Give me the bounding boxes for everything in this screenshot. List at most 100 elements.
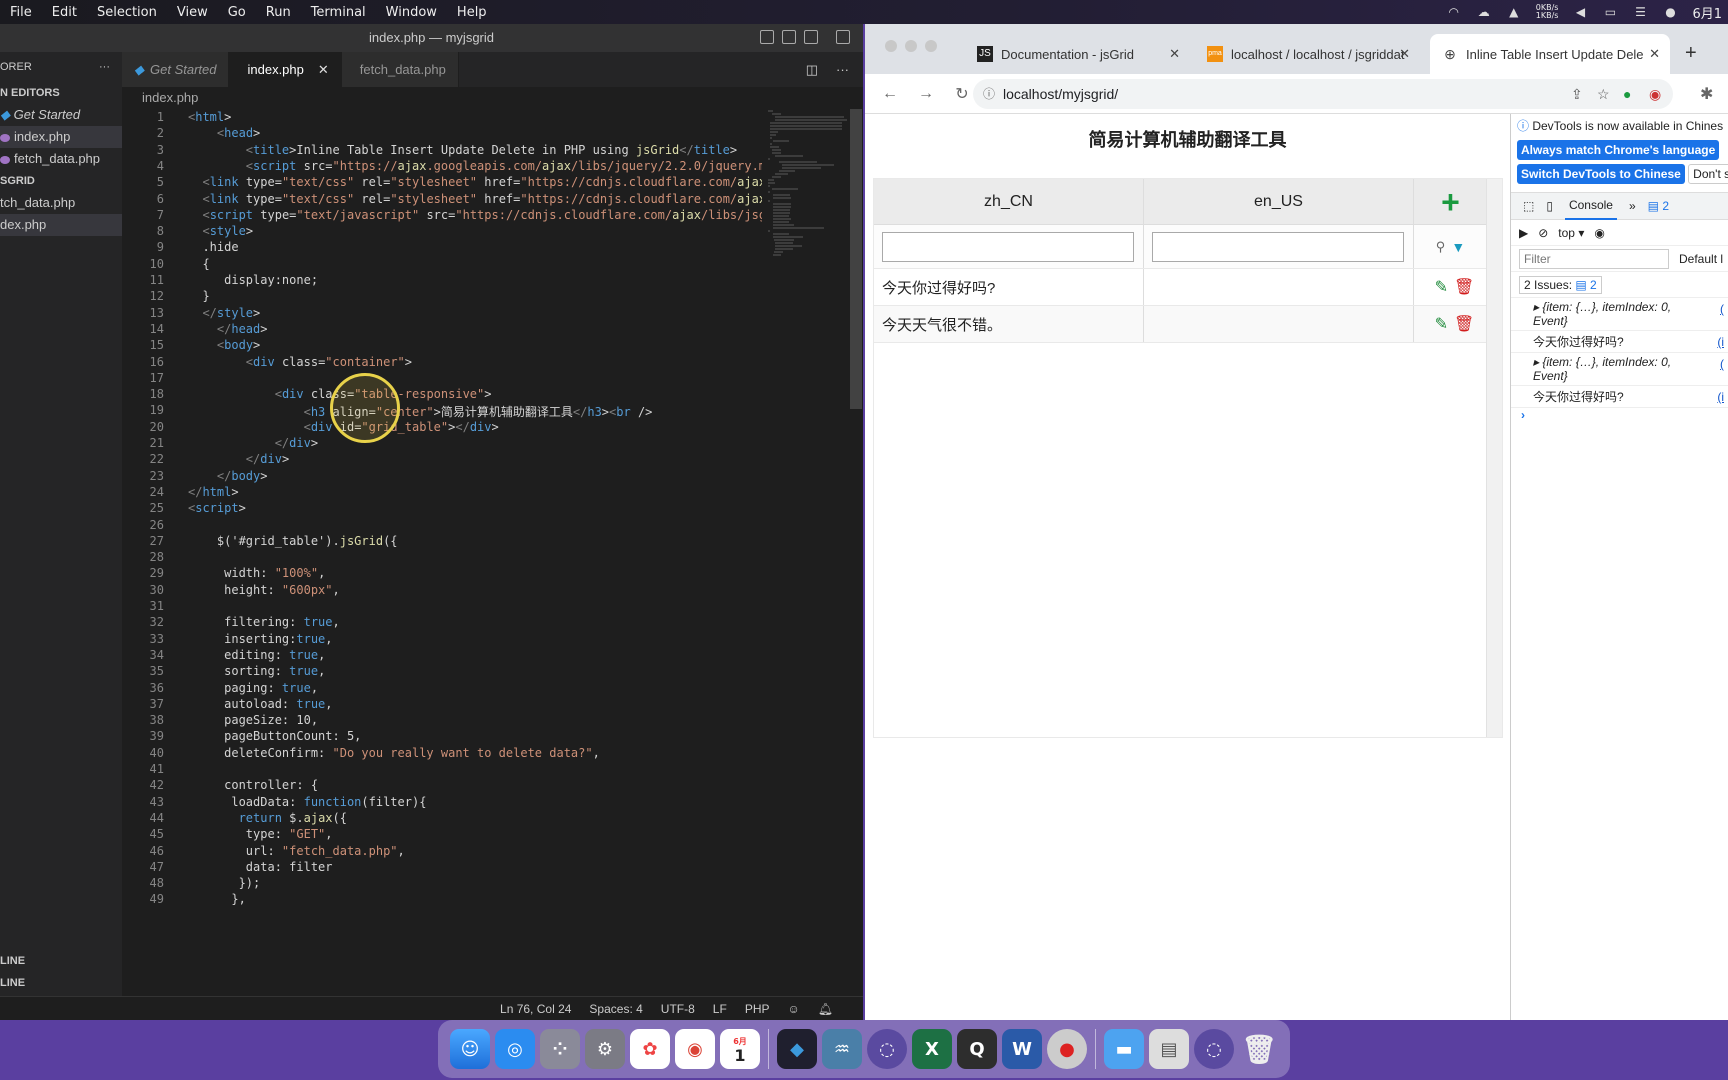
- status-encoding[interactable]: UTF-8: [661, 1002, 695, 1016]
- code-line[interactable]: </div>: [188, 436, 318, 450]
- code-line[interactable]: <html>: [188, 110, 231, 124]
- toggle-sidebar-icon[interactable]: [760, 30, 774, 44]
- reload-icon[interactable]: ↻: [951, 84, 973, 104]
- menu-run[interactable]: Run: [256, 5, 301, 20]
- battery-icon[interactable]: ▭: [1602, 6, 1618, 18]
- code-line[interactable]: },: [188, 892, 245, 906]
- site-info-icon[interactable]: ⓘ: [983, 79, 995, 109]
- cell-en-us[interactable]: [1144, 306, 1414, 342]
- back-icon[interactable]: ←: [879, 85, 901, 103]
- customize-layout-icon[interactable]: [836, 30, 850, 44]
- console-log-entry[interactable]: ▸ {item: {…}, itemIndex: 0, Event} (: [1511, 353, 1728, 386]
- console-log-entry[interactable]: 今天你过得好吗? (i: [1511, 386, 1728, 408]
- code-line[interactable]: </div>: [188, 452, 289, 466]
- tab-fetch-data[interactable]: fetch_data.php: [341, 52, 459, 87]
- code-line[interactable]: deleteConfirm: "Do you really want to de…: [188, 746, 600, 760]
- wifi-icon[interactable]: ◠: [1446, 6, 1462, 18]
- browser-tab-phpmyadmin[interactable]: pma localhost / localhost / jsgriddat ✕: [1195, 34, 1420, 74]
- code-line[interactable]: });: [188, 876, 261, 890]
- log-source-link[interactable]: (: [1720, 302, 1724, 316]
- code-line[interactable]: <head>: [188, 126, 260, 140]
- cat-icon[interactable]: ▲: [1506, 6, 1522, 18]
- menu-selection[interactable]: Selection: [87, 5, 167, 20]
- menu-go[interactable]: Go: [218, 5, 256, 20]
- calendar-icon[interactable]: 6月 1: [720, 1029, 760, 1069]
- code-line[interactable]: <body>: [188, 338, 260, 352]
- context-selector[interactable]: top ▾: [1558, 226, 1584, 240]
- console-prompt[interactable]: ›: [1511, 408, 1728, 422]
- tab-index-php[interactable]: index.php ✕: [229, 52, 342, 87]
- cell-zh-cn[interactable]: 今天天气很不错。: [874, 306, 1144, 342]
- log-source-link[interactable]: (i: [1717, 390, 1724, 404]
- grid-scrollbar[interactable]: [1486, 179, 1502, 737]
- code-line[interactable]: url: "fetch_data.php",: [188, 844, 405, 858]
- code-line[interactable]: </body>: [188, 469, 268, 483]
- status-language[interactable]: PHP: [745, 1002, 770, 1016]
- code-line[interactable]: <div class="container">: [188, 355, 412, 369]
- code-line[interactable]: </html>: [188, 485, 239, 499]
- breadcrumb[interactable]: index.php: [122, 87, 863, 109]
- open-editors-section[interactable]: N EDITORS: [0, 82, 122, 104]
- code-line[interactable]: {: [188, 257, 209, 271]
- close-tab-icon[interactable]: ✕: [1649, 46, 1660, 62]
- expand-arrow-icon[interactable]: ▸: [1533, 355, 1542, 369]
- column-header-zh-cn[interactable]: zh_CN: [874, 179, 1144, 224]
- code-line[interactable]: <script src="https://ajax.googleapis.com…: [188, 159, 762, 173]
- code-line[interactable]: <link type="text/css" rel="stylesheet" h…: [188, 192, 762, 206]
- filter-zh-cn-input[interactable]: [882, 231, 1134, 262]
- word-icon[interactable]: W: [1002, 1029, 1042, 1069]
- share-icon[interactable]: ⇪: [1571, 79, 1583, 109]
- minimize-window-button[interactable]: [905, 40, 917, 52]
- close-tab-icon[interactable]: ✕: [1399, 46, 1410, 62]
- menubar-date[interactable]: 6月1: [1692, 3, 1722, 22]
- outline-section[interactable]: LINE: [0, 950, 25, 972]
- code-line[interactable]: loadData: function(filter){: [188, 795, 426, 809]
- code-editor[interactable]: 1 <html> 2 <head> 3 <title>Inline Table Ins…: [122, 109, 762, 992]
- code-line[interactable]: height: "600px",: [188, 583, 340, 597]
- cell-zh-cn[interactable]: 今天你过得好吗?: [874, 269, 1144, 305]
- toggle-panel-icon[interactable]: [782, 30, 796, 44]
- tab-console[interactable]: Console: [1564, 192, 1617, 220]
- search-icon[interactable]: ⚲: [1436, 239, 1446, 255]
- screen-recorder-icon[interactable]: ●: [1047, 1029, 1087, 1069]
- insert-mode-button[interactable]: +: [1414, 179, 1488, 224]
- code-line[interactable]: editing: true,: [188, 648, 325, 662]
- table-row[interactable]: 今天你过得好吗? ✎ 🗑︎: [874, 269, 1502, 306]
- preview-icon[interactable]: ▤: [1149, 1029, 1189, 1069]
- delete-icon[interactable]: 🗑︎: [1454, 277, 1474, 297]
- tab-get-started[interactable]: ◆ Get Started: [122, 52, 230, 87]
- code-line[interactable]: .hide: [188, 240, 238, 254]
- menu-help[interactable]: Help: [447, 5, 497, 20]
- code-line[interactable]: </style>: [188, 306, 260, 320]
- menu-view[interactable]: View: [167, 5, 218, 20]
- menu-edit[interactable]: Edit: [42, 5, 87, 20]
- filter-icon[interactable]: ▼: [1451, 239, 1465, 255]
- menu-file[interactable]: File: [0, 5, 42, 20]
- browser-tab-jsgrid-docs[interactable]: JS Documentation - jsGrid ✕: [965, 34, 1190, 74]
- code-line[interactable]: <link type="text/css" rel="stylesheet" h…: [188, 175, 762, 189]
- open-editor-index[interactable]: index.php: [0, 126, 122, 148]
- zoom-window-button[interactable]: [925, 40, 937, 52]
- code-line[interactable]: pageSize: 10,: [188, 713, 318, 727]
- file-index[interactable]: dex.php: [0, 214, 122, 236]
- forward-icon[interactable]: →: [915, 85, 937, 103]
- chrome-icon[interactable]: ◉: [675, 1029, 715, 1069]
- notifications-icon[interactable]: 🔔︎: [818, 1002, 833, 1016]
- open-editor-get-started[interactable]: ◆ Get Started: [0, 104, 122, 126]
- issues-button[interactable]: 2 Issues: ▤ 2: [1519, 275, 1602, 294]
- log-source-link[interactable]: (i: [1717, 335, 1724, 349]
- cell-en-us[interactable]: [1144, 269, 1414, 305]
- more-actions-icon[interactable]: ···: [836, 62, 849, 77]
- mysql-workbench-icon[interactable]: ♒: [822, 1029, 862, 1069]
- log-levels-dropdown[interactable]: Default l: [1679, 252, 1723, 266]
- status-eol[interactable]: LF: [713, 1002, 727, 1016]
- always-match-language-button[interactable]: Always match Chrome's language: [1517, 140, 1720, 160]
- obs-2-icon[interactable]: ◌: [1194, 1029, 1234, 1069]
- table-row[interactable]: 今天天气很不错。 ✎ 🗑︎: [874, 306, 1502, 343]
- quicktime-icon[interactable]: Q: [957, 1029, 997, 1069]
- control-center-icon[interactable]: ☰: [1632, 6, 1648, 18]
- extension-2-icon[interactable]: ◉: [1649, 79, 1661, 109]
- console-log-entry[interactable]: 今天你过得好吗? (i: [1511, 331, 1728, 353]
- code-line[interactable]: width: "100%",: [188, 566, 325, 580]
- status-position[interactable]: Ln 76, Col 24: [500, 1002, 571, 1016]
